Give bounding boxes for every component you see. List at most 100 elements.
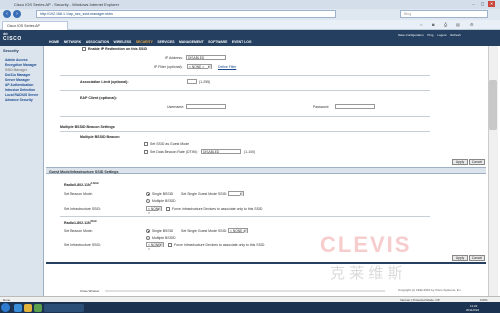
- address-bar[interactable]: http://192.168.1.1/ap_sec_ssid-manager.s…: [36, 10, 336, 18]
- radio1-guest-ssid-select[interactable]: < NONE > ▾: [228, 228, 248, 233]
- menu-software[interactable]: SOFTWARE: [208, 40, 227, 44]
- menu-security[interactable]: SECURITY: [136, 40, 153, 44]
- save-config-link[interactable]: Save Configuration: [398, 33, 424, 37]
- refresh-link[interactable]: Refresh: [450, 33, 461, 37]
- redirect-label: Enable IP Redirection on this SSID: [88, 47, 148, 51]
- divider: [60, 75, 430, 76]
- radio0-infra-select[interactable]: < NONE > ▾: [146, 206, 162, 215]
- sidebar-item-ssid-manager[interactable]: SSID Manager: [5, 68, 27, 72]
- guest-mode-checkbox[interactable]: [144, 142, 148, 146]
- taskbar-browser-window[interactable]: [44, 303, 84, 312]
- start-button[interactable]: [1, 303, 10, 312]
- home-icon[interactable]: ⌂: [420, 22, 422, 27]
- apply-button[interactable]: Apply: [452, 159, 468, 165]
- ip-filter-value: < NONE >: [189, 65, 205, 69]
- print-icon[interactable]: ⎙: [444, 22, 447, 27]
- guest-mode-section-header: Guest Mode/Infrastructure SSID Settings: [46, 167, 486, 174]
- sidebar-item-admin-access[interactable]: Admin Access: [5, 58, 28, 62]
- dtim-input[interactable]: DISABLED: [201, 149, 241, 154]
- menu-network[interactable]: NETWORK: [64, 40, 82, 44]
- ip-address-label: IP Address:: [165, 56, 183, 60]
- divider: [60, 90, 430, 91]
- back-icon[interactable]: ‹: [3, 10, 11, 18]
- radio1-infra-select[interactable]: < NONE > ▾: [146, 242, 164, 251]
- password-label: Password:: [313, 105, 330, 109]
- menu-event-log[interactable]: EVENT LOG: [232, 40, 252, 44]
- menu-home[interactable]: HOME: [49, 40, 59, 44]
- radio1-beacon-mode-label: Set Beacon Mode:: [64, 229, 93, 233]
- cancel-button-2[interactable]: Cancel: [469, 255, 485, 261]
- sidebar-title: Security: [3, 48, 19, 53]
- ie-icon[interactable]: [14, 303, 22, 312]
- watermark-sub: 克 莱 维 斯: [330, 265, 403, 282]
- ip-filter-select[interactable]: < NONE > ▾: [187, 64, 212, 69]
- menu-services[interactable]: SERVICES: [157, 40, 174, 44]
- maximize-button[interactable]: ▢: [479, 1, 486, 7]
- sidebar-item-advance-security[interactable]: Advance Security: [5, 98, 33, 102]
- folder-icon[interactable]: [24, 303, 32, 312]
- chevron-down-icon: ▾: [208, 65, 211, 69]
- ip-filter-label: IP Filter (optional):: [154, 65, 183, 69]
- username-label: Username:: [167, 105, 185, 109]
- progress-area: [105, 290, 385, 292]
- sidebar-item-intrusion-detection[interactable]: Intrusion Detection: [5, 88, 35, 92]
- tools-icon[interactable]: ⚙: [470, 22, 474, 27]
- apply-button-2[interactable]: Apply: [452, 255, 468, 261]
- media-icon[interactable]: [34, 303, 42, 312]
- scrollbar-thumb[interactable]: [489, 80, 497, 130]
- radio0-force-label: Force Infrastructure Devices to associat…: [172, 207, 263, 211]
- radio0-beacon-mode-label: Set Beacon Mode:: [64, 192, 93, 196]
- tab-bar: Cisco IOS Series AP ⌂ ◙ ⎙ ▤ ⚙: [0, 20, 500, 31]
- radio1-single-bssid-label: Single BSSID: [152, 229, 174, 233]
- close-window-link[interactable]: Close Window: [80, 289, 99, 293]
- redirect-checkbox[interactable]: [82, 47, 86, 51]
- sidebar-item-ap-authentication[interactable]: AP Authentication: [5, 83, 33, 87]
- radio0-title-text: Radio0-802.11N: [64, 183, 91, 188]
- chevron-down-icon: ▾: [160, 243, 163, 247]
- sidebar-item-local-radius[interactable]: Local RADIUS Server: [5, 93, 38, 97]
- logout-link[interactable]: Logout: [437, 33, 446, 37]
- password-input[interactable]: [335, 104, 375, 109]
- radio0-multiple-bssid-radio[interactable]: [146, 199, 150, 203]
- cancel-button[interactable]: Cancel: [469, 159, 485, 165]
- assoc-limit-input[interactable]: [187, 79, 197, 84]
- beacon-settings-heading: Multiple BSSID Beacon Settings: [60, 125, 115, 129]
- multiple-bssid-beacon-label: Multiple BSSID Beacon: [80, 135, 120, 139]
- main-menu: HOME NETWORK ASSOCIATION WIRELESS SECURITY SE…: [49, 40, 256, 45]
- radio0-guest-ssid-select[interactable]: ▾: [228, 191, 244, 196]
- menu-association[interactable]: ASSOCIATION: [86, 40, 109, 44]
- username-input[interactable]: [186, 104, 226, 109]
- sidebar-item-server-manager[interactable]: Server Manager: [5, 78, 30, 82]
- feeds-icon[interactable]: ◙: [432, 22, 434, 27]
- radio1-single-bssid-radio[interactable]: [146, 229, 150, 233]
- radio1-guest-ssid-label: Set Single Guest Mode SSID:: [181, 229, 228, 233]
- chevron-down-icon: ▾: [158, 207, 161, 211]
- search-input[interactable]: Bing: [400, 10, 488, 18]
- sidebar-item-dot11u-manager[interactable]: Dot11u Manager: [5, 73, 30, 77]
- minimize-button[interactable]: –: [470, 1, 477, 7]
- menu-wireless[interactable]: WIRELESS: [114, 40, 132, 44]
- assoc-limit-label: Association Limit (optional):: [80, 80, 129, 84]
- guest-mode-label: Set SSID as Guest Mode: [150, 142, 190, 146]
- close-button[interactable]: ✕: [488, 1, 495, 7]
- dtim-checkbox[interactable]: [144, 150, 148, 154]
- page-icon[interactable]: ▤: [456, 22, 460, 27]
- radio1-multiple-bssid-label: Multiple BSSID: [152, 236, 176, 240]
- radio0-title: Radio0-802.11N2.4GHz: [64, 182, 99, 187]
- footer-divider: [46, 262, 486, 264]
- assoc-limit-hint: (1-255): [199, 80, 211, 84]
- ip-address-input[interactable]: DISABLED: [186, 55, 226, 60]
- radio0-single-bssid-radio[interactable]: [146, 192, 150, 196]
- ping-link[interactable]: Ping: [427, 33, 433, 37]
- divider: [60, 216, 430, 217]
- chevron-down-icon: ▾: [240, 192, 243, 196]
- sidebar-item-encryption-manager[interactable]: Encryption Manager: [5, 63, 37, 67]
- radio1-force-checkbox[interactable]: [168, 243, 172, 247]
- radio0-force-checkbox[interactable]: [166, 207, 170, 211]
- radio1-multiple-bssid-radio[interactable]: [146, 236, 150, 240]
- forward-icon[interactable]: ›: [13, 10, 21, 18]
- menu-management[interactable]: MANAGEMENT: [179, 40, 204, 44]
- radio1-infra-label: Set Infrastructure SSID:: [64, 243, 101, 247]
- radio0-band: 2.4GHz: [90, 182, 99, 185]
- define-filter-link[interactable]: Define Filter: [218, 65, 236, 69]
